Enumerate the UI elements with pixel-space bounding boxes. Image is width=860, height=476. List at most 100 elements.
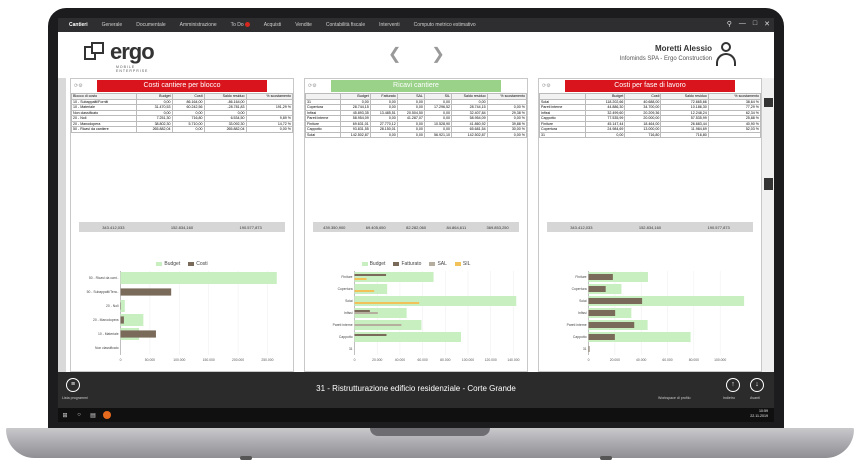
chevron-left-icon[interactable]: ❮ bbox=[388, 44, 401, 64]
minimize-icon[interactable]: — bbox=[739, 20, 746, 28]
bar-budget[interactable] bbox=[120, 272, 277, 284]
bar-sil[interactable] bbox=[354, 290, 375, 292]
total-value: 190.577,873 bbox=[707, 224, 730, 230]
y-tick-label: Infissi bbox=[578, 311, 587, 315]
chart-legend: Budget Fatturato SAL SIL bbox=[305, 261, 527, 267]
menu-acquisti[interactable]: Acquisti bbox=[257, 22, 289, 28]
legend-item: Budget bbox=[156, 261, 180, 267]
panel-costi-blocco: ⟳⚙ Costi cantiere per blocco Blocco di c… bbox=[70, 78, 294, 372]
total-value: 343.412,033 bbox=[102, 224, 125, 230]
menu-contabilita[interactable]: Contabilità fiscale bbox=[319, 22, 372, 28]
legend-swatch bbox=[454, 261, 461, 266]
bar-costi[interactable] bbox=[588, 322, 635, 328]
bar-costi[interactable] bbox=[120, 288, 172, 296]
bar-costi[interactable] bbox=[120, 330, 156, 338]
menu-computo[interactable]: Computo metrico estimativo bbox=[407, 22, 483, 28]
left-sidebar-strip[interactable] bbox=[58, 78, 66, 378]
refresh-icon[interactable]: ⟳⚙ bbox=[542, 83, 551, 89]
forward-label: Avanti bbox=[750, 396, 760, 400]
bar-costi[interactable] bbox=[588, 346, 590, 352]
y-tick-label: 50 - Subappalti/Tera.. bbox=[87, 290, 119, 294]
page-navigation: ❮ ❯ bbox=[388, 44, 445, 64]
bar-sil[interactable] bbox=[354, 278, 367, 280]
maximize-icon[interactable]: □ bbox=[753, 20, 757, 28]
forward-button[interactable]: ↓ bbox=[750, 378, 764, 392]
back-button[interactable]: ↑ bbox=[726, 378, 740, 392]
legend-label: SIL bbox=[462, 261, 471, 267]
chevron-right-icon[interactable]: ❯ bbox=[431, 44, 444, 64]
close-icon[interactable]: ✕ bbox=[764, 20, 770, 28]
refresh-icon[interactable]: ⟳⚙ bbox=[308, 83, 317, 89]
windows-start-icon[interactable]: ⊞ bbox=[58, 408, 72, 422]
refresh-icon[interactable]: ⟳⚙ bbox=[74, 83, 83, 89]
table-row[interactable]: Solai 142.502,87 0,00 0,00 56.921,10 142.502,… bbox=[305, 131, 528, 138]
bar-fatturato[interactable] bbox=[354, 310, 370, 312]
menu-cantieri[interactable]: Cantieri bbox=[62, 22, 95, 28]
x-tick-label: 0 bbox=[588, 358, 590, 362]
system-clock: 10:59 22.11.2019 bbox=[750, 409, 768, 419]
right-sidebar-tab-2[interactable] bbox=[764, 178, 773, 190]
laptop-foot-right bbox=[600, 456, 612, 460]
x-tick-label: 20.000 bbox=[372, 358, 382, 362]
menu-amministrazione[interactable]: Amministrazione bbox=[173, 22, 224, 28]
ergo-logo-icon bbox=[84, 42, 106, 62]
menu-todo[interactable]: To Do bbox=[224, 22, 257, 28]
logo-sub-2: ENTERPRISE bbox=[116, 69, 149, 73]
bar-sal[interactable] bbox=[354, 324, 402, 326]
right-sidebar-tab-1[interactable] bbox=[764, 98, 773, 107]
table-cell: 0,00 % bbox=[486, 131, 528, 138]
search-icon[interactable]: ⚲ bbox=[727, 20, 732, 28]
y-tick-label: Copertura bbox=[338, 287, 353, 291]
table-cell: 142.502,87 bbox=[451, 131, 488, 138]
x-tick-label: 50.000 bbox=[145, 358, 155, 362]
bar-costi[interactable] bbox=[588, 310, 616, 316]
firefox-icon[interactable] bbox=[100, 408, 114, 422]
total-value: 69.405,650 bbox=[365, 224, 386, 230]
main-menu: Cantieri Generale Documentale Amministra… bbox=[58, 18, 774, 32]
bar-budget[interactable] bbox=[354, 272, 434, 282]
clock-date: 22.11.2019 bbox=[750, 414, 768, 418]
right-sidebar-strip[interactable] bbox=[762, 78, 774, 378]
legend-label: Fatturato bbox=[401, 261, 422, 267]
menu-documentale[interactable]: Documentale bbox=[129, 22, 172, 28]
task-view-icon[interactable]: ▤ bbox=[86, 408, 100, 422]
x-tick-label: 20.000 bbox=[610, 358, 620, 362]
bar-costi[interactable] bbox=[588, 298, 643, 304]
y-tick-label: Finiture bbox=[341, 275, 352, 279]
bar-fatturato[interactable] bbox=[354, 334, 387, 336]
user-info: Moretti Alessio Infominds SPA - Ergo Con… bbox=[620, 44, 712, 62]
bar-budget[interactable] bbox=[120, 314, 144, 326]
y-tick-label: Non classificato bbox=[95, 346, 119, 350]
menu-vendite[interactable]: Vendite bbox=[288, 22, 319, 28]
bar-budget[interactable] bbox=[354, 296, 517, 306]
costi-fase-chart: 0 20.000 40.000 60.000 80.000 100.000 Finiture… bbox=[539, 269, 761, 369]
bar-costi[interactable] bbox=[588, 334, 615, 340]
bar-costi[interactable] bbox=[588, 286, 606, 292]
company-name: Infominds SPA - Ergo Construction bbox=[619, 56, 712, 62]
notification-badge bbox=[244, 22, 250, 28]
y-tick-label: 10 - Materiale bbox=[98, 332, 119, 336]
y-tick-label: Copertura bbox=[572, 287, 587, 291]
search-icon[interactable]: ○ bbox=[72, 408, 86, 422]
bar-budget[interactable] bbox=[354, 284, 388, 294]
x-tick-label: 80.000 bbox=[440, 358, 450, 362]
x-tick-label: 250.000 bbox=[261, 358, 273, 362]
panel-title: Costi cantiere per blocco bbox=[97, 80, 267, 92]
bar-fatturato[interactable] bbox=[354, 274, 387, 276]
legend-swatch bbox=[188, 261, 195, 266]
bar-budget[interactable] bbox=[120, 300, 125, 312]
bar-sil[interactable] bbox=[354, 302, 420, 304]
bar-costi[interactable] bbox=[120, 316, 124, 324]
workspace-label[interactable]: Workspace di profilo bbox=[658, 396, 691, 400]
menu-generale[interactable]: Generale bbox=[95, 22, 130, 28]
table-cell: Solai bbox=[305, 131, 341, 138]
table-cell: 56.921,10 bbox=[423, 131, 453, 138]
table-row[interactable]: 31 0,00 716,80 716,80 bbox=[538, 131, 762, 138]
table-row[interactable]: 50 - Ricavi da cantiere 265.882,04 0,00 265… bbox=[70, 126, 294, 133]
user-avatar-icon[interactable] bbox=[716, 42, 736, 66]
bar-sal[interactable] bbox=[354, 312, 378, 314]
bar-costi[interactable] bbox=[588, 274, 613, 280]
panel-header: ⟳⚙ Ricavi cantiere bbox=[305, 79, 527, 93]
bar-budget[interactable] bbox=[354, 332, 462, 342]
menu-interventi[interactable]: Interventi bbox=[372, 22, 407, 28]
